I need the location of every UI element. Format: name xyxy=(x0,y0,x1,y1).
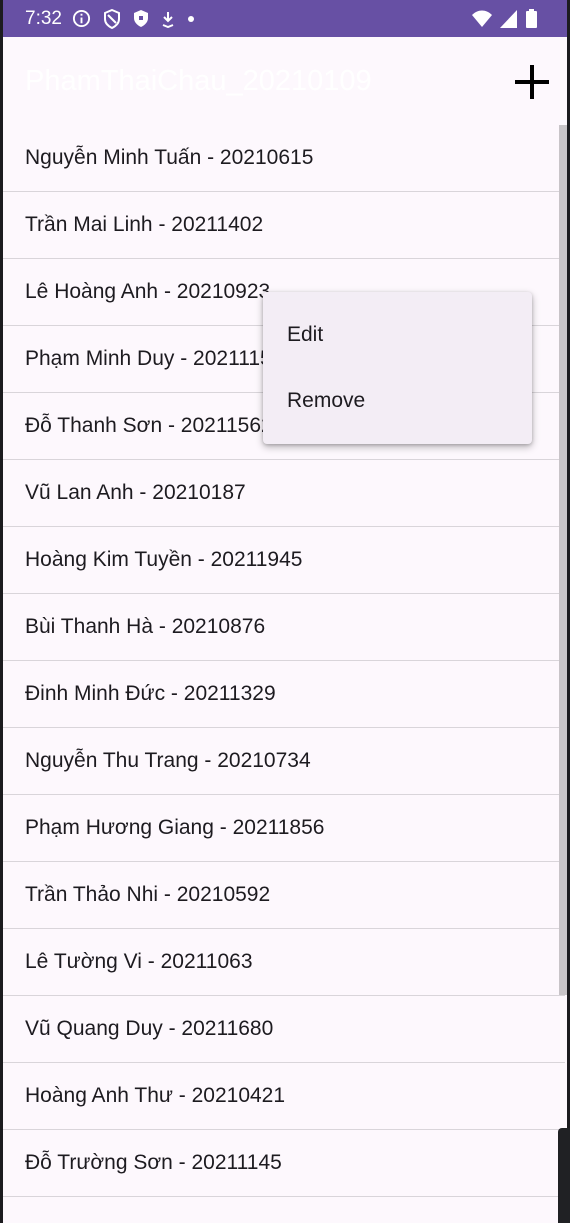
list-item[interactable]: Vũ Quang Duy - 20211680 xyxy=(3,996,565,1063)
list-item[interactable]: Hoàng Kim Tuyền - 20211945 xyxy=(3,527,565,594)
list-item-label: Phạm Minh Duy - 20211154 xyxy=(25,347,284,370)
wifi-icon xyxy=(472,10,492,33)
list-item[interactable]: Phạm Hương Giang - 20211856 xyxy=(3,795,565,862)
status-time: 7:32 xyxy=(25,7,62,29)
list-item[interactable]: Đỗ Trường Sơn - 20211145 xyxy=(3,1130,565,1197)
app-title: PhamThaiChau_20210109 xyxy=(25,65,372,97)
list-item-label: Bùi Thanh Hà - 20210876 xyxy=(25,615,266,638)
list-item[interactable]: Bùi Thanh Hà - 20210876 xyxy=(3,594,565,661)
list-item-label: Trần Mai Linh - 20211402 xyxy=(25,213,264,236)
list-item-label: Trần Thảo Nhi - 20210592 xyxy=(25,883,271,906)
menu-item-remove[interactable]: Remove xyxy=(263,368,532,434)
status-icons-left xyxy=(72,8,195,29)
menu-item-edit[interactable]: Edit xyxy=(263,302,532,368)
list-item-label: Đỗ Thanh Sơn - 20211562 xyxy=(25,414,273,437)
list-item-label: Hoàng Anh Thư - 20210421 xyxy=(25,1084,286,1107)
signal-icon xyxy=(500,9,518,33)
list-item[interactable]: Nguyễn Thu Trang - 20210734 xyxy=(3,728,565,795)
status-icons-right xyxy=(472,9,537,33)
plus-icon xyxy=(515,65,549,99)
student-list[interactable]: Nguyễn Minh Tuấn - 20210615 Trần Mai Lin… xyxy=(3,125,565,1197)
list-item-label: Đinh Minh Đức - 20211329 xyxy=(25,682,276,705)
list-item[interactable]: Trần Mai Linh - 20211402 xyxy=(3,192,565,259)
app-screen: 7:32 PhamThaiChau_20210109 Nguyễn Minh T… xyxy=(3,0,567,1223)
list-item-label: Nguyễn Thu Trang - 20210734 xyxy=(25,749,311,772)
download-icon xyxy=(161,10,175,28)
shield-filled-icon xyxy=(133,9,149,28)
app-bar: PhamThaiChau_20210109 xyxy=(3,37,567,125)
list-item-label: Hoàng Kim Tuyền - 20211945 xyxy=(25,548,303,571)
side-panel-handle[interactable] xyxy=(558,1128,570,1223)
list-item-label: Lê Hoàng Anh - 20210923 xyxy=(25,280,271,303)
list-item-label: Phạm Hương Giang - 20211856 xyxy=(25,816,325,839)
context-menu: Edit Remove xyxy=(263,292,532,444)
list-item-label: Vũ Lan Anh - 20210187 xyxy=(25,481,246,504)
list-item-label: Lê Tường Vi - 20211063 xyxy=(25,950,253,973)
list-item[interactable]: Trần Thảo Nhi - 20210592 xyxy=(3,862,565,929)
shield-icon xyxy=(103,8,121,29)
info-icon xyxy=(72,9,91,28)
list-item[interactable]: Đinh Minh Đức - 20211329 xyxy=(3,661,565,728)
list-item-label: Vũ Quang Duy - 20211680 xyxy=(25,1017,274,1040)
battery-icon xyxy=(526,9,537,33)
status-bar: 7:32 xyxy=(3,0,567,37)
scrollbar[interactable] xyxy=(559,125,567,995)
list-item[interactable]: Vũ Lan Anh - 20210187 xyxy=(3,460,565,527)
add-button[interactable] xyxy=(511,61,553,103)
list-item[interactable]: Lê Tường Vi - 20211063 xyxy=(3,929,565,996)
dot-icon xyxy=(187,15,195,23)
list-item-label: Đỗ Trường Sơn - 20211145 xyxy=(25,1151,282,1174)
list-item-label: Nguyễn Minh Tuấn - 20210615 xyxy=(25,146,314,169)
list-item[interactable]: Nguyễn Minh Tuấn - 20210615 xyxy=(3,125,565,192)
list-item[interactable]: Hoàng Anh Thư - 20210421 xyxy=(3,1063,565,1130)
